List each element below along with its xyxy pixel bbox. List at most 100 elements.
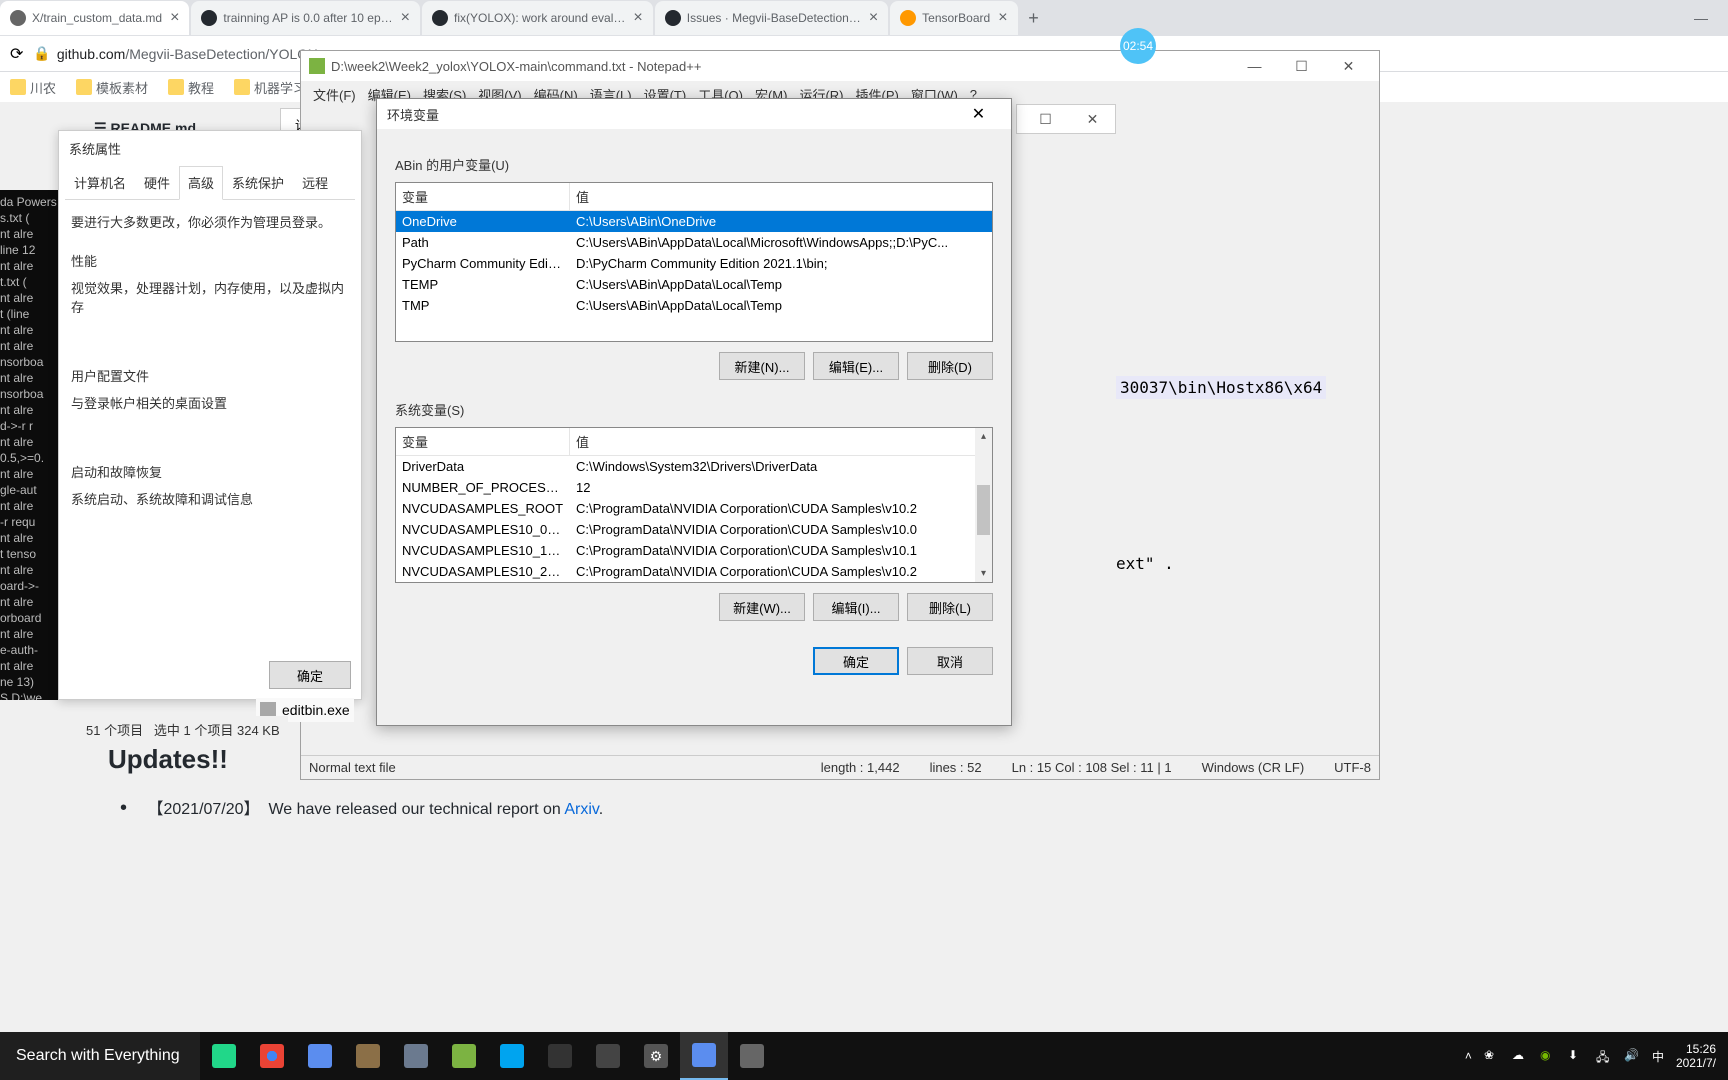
env-var-row[interactable]: OSWindows_NT xyxy=(396,582,992,583)
var-name: Path xyxy=(396,234,570,251)
taskbar-app[interactable] xyxy=(344,1032,392,1080)
arxiv-link[interactable]: Arxiv xyxy=(564,801,598,818)
system-tray[interactable]: ˄ ❀ ☁ ◉ ⬇ 🖧 🔊 中 15:26 2021/7/ xyxy=(1465,1042,1728,1070)
env-var-row[interactable]: PathC:\Users\ABin\AppData\Local\Microsof… xyxy=(396,232,992,253)
scroll-up-icon[interactable]: ▴ xyxy=(975,428,992,445)
tab-title: trainning AP is 0.0 after 10 ep… xyxy=(223,11,392,25)
env-var-row[interactable]: NVCUDASAMPLES10_1_RO...C:\ProgramData\NV… xyxy=(396,540,992,561)
env-var-row[interactable]: NVCUDASAMPLES_ROOTC:\ProgramData\NVIDIA … xyxy=(396,498,992,519)
tray-icon[interactable]: ☁ xyxy=(1512,1048,1528,1064)
taskbar-clock[interactable]: 15:26 2021/7/ xyxy=(1676,1042,1716,1070)
env-var-row[interactable]: NUMBER_OF_PROCESSORS12 xyxy=(396,477,992,498)
sysprop-tab[interactable]: 硬件 xyxy=(135,166,179,199)
npp-titlebar[interactable]: D:\week2\Week2_yolox\YOLOX-main\command.… xyxy=(301,51,1379,81)
maximize-button[interactable]: ☐ xyxy=(1279,52,1324,80)
lock-icon: 🔒 xyxy=(33,45,50,62)
bookmark-item[interactable]: 模板素材 xyxy=(76,78,148,97)
terminal-window: da Powerss.txt (nt alreline 12nt alret.t… xyxy=(0,190,62,700)
tray-network-icon[interactable]: 🖧 xyxy=(1596,1048,1612,1064)
delete-sys-var-button[interactable]: 删除(L) xyxy=(907,593,993,621)
ok-button[interactable]: 确定 xyxy=(269,661,351,689)
new-user-var-button[interactable]: 新建(N)... xyxy=(719,352,805,380)
taskbar-app[interactable] xyxy=(440,1032,488,1080)
env-var-row[interactable]: DriverDataC:\Windows\System32\Drivers\Dr… xyxy=(396,456,992,477)
taskbar-app-settings[interactable]: ⚙ xyxy=(632,1032,680,1080)
env-var-row[interactable]: PyCharm Community EditionD:\PyCharm Comm… xyxy=(396,253,992,274)
scroll-down-icon[interactable]: ▾ xyxy=(975,565,992,582)
scrollbar[interactable]: ▴ ▾ xyxy=(975,428,992,582)
timer-badge: 02:54 xyxy=(1120,28,1156,64)
tray-volume-icon[interactable]: 🔊 xyxy=(1624,1048,1640,1064)
var-value: C:\ProgramData\NVIDIA Corporation\CUDA S… xyxy=(570,563,992,580)
tab-issues[interactable]: Issues · Megvii-BaseDetection… × xyxy=(655,1,888,35)
tab-icon xyxy=(10,10,26,26)
taskbar-search[interactable]: Search with Everything xyxy=(0,1032,200,1080)
close-icon[interactable]: × xyxy=(633,9,642,27)
folder-icon xyxy=(234,79,250,95)
env-var-row[interactable]: NVCUDASAMPLES10_2_RO...C:\ProgramData\NV… xyxy=(396,561,992,582)
ime-indicator[interactable]: 中 xyxy=(1652,1048,1664,1065)
edit-user-var-button[interactable]: 编辑(E)... xyxy=(813,352,899,380)
sysprop-tab[interactable]: 计算机名 xyxy=(65,166,135,199)
taskbar-app[interactable] xyxy=(296,1032,344,1080)
ok-button[interactable]: 确定 xyxy=(813,647,899,675)
close-icon[interactable]: × xyxy=(401,9,410,27)
tray-icon[interactable]: ❀ xyxy=(1484,1048,1500,1064)
taskbar-app[interactable] xyxy=(488,1032,536,1080)
tab-train-custom[interactable]: X/train_custom_data.md × xyxy=(0,1,189,35)
envdlg-titlebar[interactable]: 环境变量 ✕ xyxy=(377,99,1011,129)
taskbar-app[interactable] xyxy=(728,1032,776,1080)
scroll-thumb[interactable] xyxy=(977,485,990,535)
tray-nvidia-icon[interactable]: ◉ xyxy=(1540,1048,1556,1064)
tray-chevron-icon[interactable]: ˄ xyxy=(1465,1049,1472,1063)
env-var-row[interactable]: TEMPC:\Users\ABin\AppData\Local\Temp xyxy=(396,274,992,295)
bookmark-item[interactable]: 机器学习 xyxy=(234,78,306,97)
taskbar-app-terminal[interactable] xyxy=(536,1032,584,1080)
maximize-button[interactable]: ☐ xyxy=(1023,111,1068,128)
env-var-row[interactable]: OneDriveC:\Users\ABin\OneDrive xyxy=(396,211,992,232)
close-button[interactable]: ✕ xyxy=(956,104,1001,124)
edit-sys-var-button[interactable]: 编辑(I)... xyxy=(813,593,899,621)
tray-icon[interactable]: ⬇ xyxy=(1568,1048,1584,1064)
release-note: • 【2021/07/20】 We have released our tech… xyxy=(120,795,603,820)
close-icon[interactable]: × xyxy=(170,9,179,27)
tab-title: fix(YOLOX): work around eval… xyxy=(454,11,625,25)
col-value[interactable]: 值 xyxy=(570,428,992,455)
sysprop-tab[interactable]: 系统保护 xyxy=(223,166,293,199)
bookmark-item[interactable]: 川农 xyxy=(10,78,56,97)
new-sys-var-button[interactable]: 新建(W)... xyxy=(719,593,805,621)
taskbar-app[interactable] xyxy=(584,1032,632,1080)
reload-icon[interactable]: ⟳ xyxy=(10,44,23,64)
minimize-button[interactable]: — xyxy=(1232,52,1277,80)
tab-fix-yolox[interactable]: fix(YOLOX): work around eval… × xyxy=(422,1,653,35)
npp-menu-item[interactable]: 文件(F) xyxy=(307,81,362,108)
var-value: C:\Users\ABin\AppData\Local\Microsoft\Wi… xyxy=(570,234,992,251)
taskbar-app-pycharm[interactable] xyxy=(200,1032,248,1080)
var-name: TMP xyxy=(396,297,570,314)
tab-tensorboard[interactable]: TensorBoard × xyxy=(890,1,1017,35)
close-button[interactable]: ✕ xyxy=(1326,52,1371,80)
npp-statusbar: Normal text file length : 1,442 lines : … xyxy=(301,755,1379,779)
col-variable[interactable]: 变量 xyxy=(396,183,570,210)
sysprop-tab[interactable]: 高级 xyxy=(179,166,223,200)
taskbar-app-chrome[interactable] xyxy=(248,1032,296,1080)
tab-training-ap[interactable]: trainning AP is 0.0 after 10 ep… × xyxy=(191,1,420,35)
new-tab-button[interactable]: + xyxy=(1020,4,1048,32)
sys-vars-table[interactable]: 变量 值 DriverDataC:\Windows\System32\Drive… xyxy=(395,427,993,583)
cancel-button[interactable]: 取消 xyxy=(907,647,993,675)
close-icon[interactable]: × xyxy=(869,9,878,27)
sysprop-tab[interactable]: 远程 xyxy=(293,166,337,199)
minimize-icon[interactable]: — xyxy=(1694,10,1708,26)
taskbar-app-active[interactable] xyxy=(680,1032,728,1080)
env-var-row[interactable]: NVCUDASAMPLES10_0_RO...C:\ProgramData\NV… xyxy=(396,519,992,540)
taskbar-app[interactable] xyxy=(392,1032,440,1080)
bookmark-item[interactable]: 教程 xyxy=(168,78,214,97)
col-variable[interactable]: 变量 xyxy=(396,428,570,455)
env-var-row[interactable]: TMPC:\Users\ABin\AppData\Local\Temp xyxy=(396,295,992,316)
delete-user-var-button[interactable]: 删除(D) xyxy=(907,352,993,380)
close-icon[interactable]: × xyxy=(998,9,1007,27)
perf-desc: 视觉效果，处理器计划，内存使用，以及虚拟内存 xyxy=(71,278,349,316)
col-value[interactable]: 值 xyxy=(570,183,992,210)
close-button[interactable]: ✕ xyxy=(1070,111,1115,128)
user-vars-table[interactable]: 变量 值 OneDriveC:\Users\ABin\OneDrivePathC… xyxy=(395,182,993,342)
